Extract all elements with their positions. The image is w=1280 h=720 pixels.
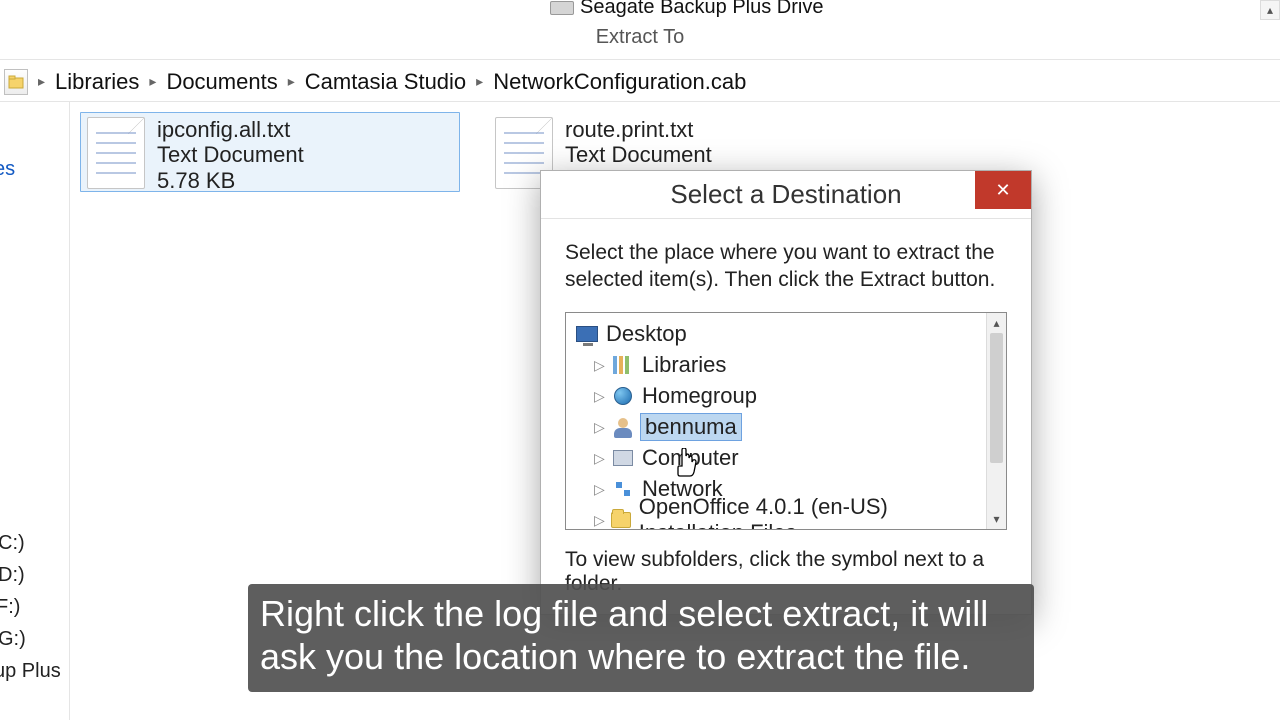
dialog-title: Select a Destination (670, 179, 901, 210)
tree-label: Libraries (640, 352, 728, 378)
drive-name: Seagate Backup Plus Drive (580, 0, 823, 19)
file-name: route.print.txt (565, 117, 712, 142)
breadcrumb-libraries[interactable]: Libraries (49, 65, 145, 99)
expand-icon[interactable]: ▷ (594, 419, 606, 436)
close-icon: ✕ (995, 180, 1010, 201)
close-button[interactable]: ✕ (975, 171, 1031, 209)
select-destination-dialog: Select a Destination ✕ Select the place … (540, 170, 1032, 615)
nav-link-fragment[interactable]: es (0, 158, 15, 181)
scroll-up-button[interactable]: ▴ (1260, 0, 1280, 20)
tree-label: Homegroup (640, 383, 759, 409)
tree-node-openoffice[interactable]: ▷ OpenOffice 4.0.1 (en-US) Installation … (594, 505, 982, 529)
tree-node-computer[interactable]: ▷ Computer (594, 443, 982, 474)
tree-label: Computer (640, 445, 741, 471)
breadcrumb-documents[interactable]: Documents (160, 65, 283, 99)
user-icon (614, 418, 632, 436)
tree-node-user[interactable]: ▷ bennuma (594, 412, 982, 443)
chevron-right-icon[interactable]: ▸ (34, 73, 49, 90)
address-bar[interactable]: ▸ Libraries ▸ Documents ▸ Camtasia Studi… (0, 62, 1280, 102)
expand-icon[interactable]: ▷ (594, 481, 606, 498)
tree-node-desktop[interactable]: Desktop (576, 319, 982, 350)
scrollbar-thumb[interactable] (990, 333, 1003, 463)
external-drive-label: Seagate Backup Plus Drive (550, 0, 823, 19)
file-item[interactable]: ipconfig.all.txt Text Document 5.78 KB (80, 112, 460, 192)
nav-drive-d[interactable]: D:) (0, 564, 25, 587)
libraries-icon (613, 356, 633, 374)
chevron-right-icon[interactable]: ▸ (284, 73, 299, 90)
dialog-instruction: Select the place where you want to extra… (565, 239, 1007, 294)
drive-icon (550, 1, 574, 15)
scroll-down-icon[interactable]: ▾ (987, 509, 1006, 529)
chevron-right-icon[interactable]: ▸ (145, 73, 160, 90)
tree-label: bennuma (640, 413, 742, 441)
ribbon-tab-extract-to[interactable]: Extract To (0, 22, 1280, 49)
folder-tree[interactable]: Desktop ▷ Libraries ▷ Homegroup ▷ (565, 312, 1007, 530)
navigation-pane[interactable]: es C:) D:) F:) G:) ckup Plus (0, 102, 70, 720)
file-type: Text Document (565, 142, 712, 167)
nav-drive-c[interactable]: C:) (0, 532, 25, 555)
expand-icon[interactable]: ▷ (594, 512, 605, 529)
expand-icon[interactable]: ▷ (594, 388, 606, 405)
homegroup-icon (614, 387, 632, 405)
desktop-icon (576, 326, 598, 342)
file-size: 5.78 KB (157, 168, 304, 193)
computer-icon (613, 450, 633, 466)
expand-icon[interactable]: ▷ (594, 357, 606, 374)
file-type: Text Document (157, 142, 304, 167)
chevron-right-icon[interactable]: ▸ (472, 73, 487, 90)
tree-node-libraries[interactable]: ▷ Libraries (594, 350, 982, 381)
breadcrumb-file[interactable]: NetworkConfiguration.cab (487, 65, 752, 99)
scroll-up-icon[interactable]: ▴ (987, 313, 1006, 333)
tutorial-caption: Right click the log file and select extr… (248, 584, 1034, 692)
folder-icon (611, 512, 631, 528)
nav-backup-plus[interactable]: ckup Plus (0, 660, 61, 683)
tree-node-homegroup[interactable]: ▷ Homegroup (594, 381, 982, 412)
network-icon (614, 480, 632, 498)
text-file-icon (87, 117, 145, 189)
breadcrumb-camtasia[interactable]: Camtasia Studio (299, 65, 472, 99)
folder-icon[interactable] (4, 69, 28, 95)
tree-label: Desktop (604, 321, 689, 347)
tree-scrollbar[interactable]: ▴ ▾ (986, 313, 1006, 529)
tree-label: OpenOffice 4.0.1 (en-US) Installation Fi… (637, 494, 982, 529)
expand-icon[interactable]: ▷ (594, 450, 606, 467)
file-name: ipconfig.all.txt (157, 117, 304, 142)
nav-drive-f[interactable]: F:) (0, 596, 20, 619)
nav-drive-g[interactable]: G:) (0, 628, 26, 651)
ribbon: Extract To (0, 22, 1280, 60)
dialog-titlebar[interactable]: Select a Destination ✕ (541, 171, 1031, 219)
